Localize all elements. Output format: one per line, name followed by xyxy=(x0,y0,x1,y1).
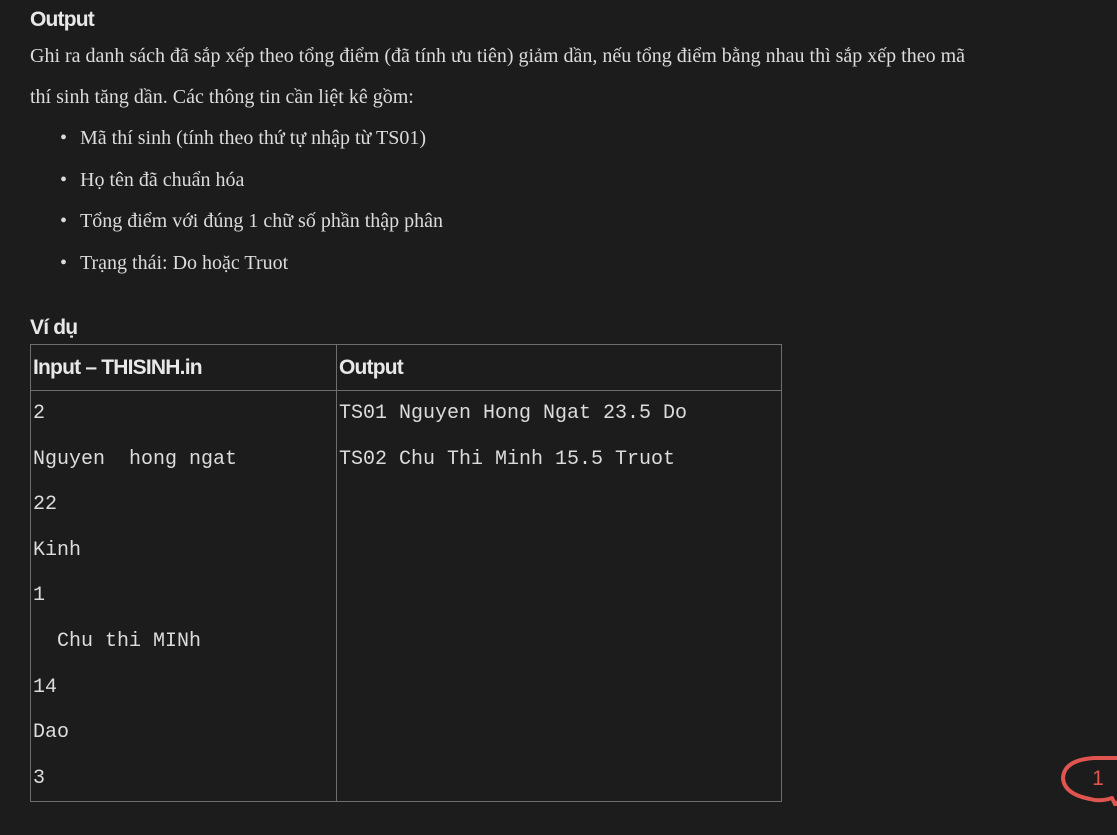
output-line: TS01 Nguyen Hong Ngat 23.5 Do xyxy=(339,402,688,425)
input-line: Kinh xyxy=(33,538,82,562)
input-line: Dao xyxy=(33,721,70,745)
output-heading: Output xyxy=(30,8,95,31)
input-line: 22 xyxy=(33,493,58,517)
input-line: 2 xyxy=(33,402,46,425)
list-item: • Họ tên đã chuẩn hóa xyxy=(58,160,1117,202)
bullet-icon: • xyxy=(60,127,68,149)
problem-statement: Output Ghi ra danh sách đã sắp xếp theo … xyxy=(0,0,1117,835)
list-item-text: Tổng điểm với đúng 1 chữ số phần thập ph… xyxy=(80,210,444,232)
output-column-header: Output xyxy=(336,344,782,391)
speech-bubble-icon: 1 xyxy=(1061,756,1117,808)
output-description: Ghi ra danh sách đã sắp xếp theo tổng đi… xyxy=(30,36,1105,118)
example-heading: Ví dụ xyxy=(30,316,78,339)
output-description-line-1: Ghi ra danh sách đã sắp xếp theo tổng đi… xyxy=(30,45,966,67)
list-item-text: Họ tên đã chuẩn hóa xyxy=(80,168,245,191)
input-line: Chu thi MINh xyxy=(33,629,202,653)
bullet-icon: • xyxy=(60,251,68,274)
output-field-list: • Mã thí sinh (tính theo thứ tự nhập từ T… xyxy=(30,118,1117,284)
list-item-text: Mã thí sinh (tính theo thứ tự nhập từ TS… xyxy=(80,127,427,149)
input-line: 14 xyxy=(33,675,58,699)
notification-badge[interactable]: 1 xyxy=(1060,754,1117,808)
input-column-header: Input – THISINH.in xyxy=(30,344,337,391)
table-row: 2 Nguyen hong ngat 22 Kinh 1 Chu thi MIN… xyxy=(30,389,782,803)
output-cell[interactable]: TS01 Nguyen Hong Ngat 23.5 Do TS02 Chu T… xyxy=(336,389,782,803)
input-cell[interactable]: 2 Nguyen hong ngat 22 Kinh 1 Chu thi MIN… xyxy=(30,389,337,803)
bullet-icon: • xyxy=(60,210,68,232)
output-line: TS02 Chu Thi Minh 15.5 Truot xyxy=(339,447,676,471)
list-item: • Tổng điểm với đúng 1 chữ số phần thập p… xyxy=(58,201,1117,243)
bullet-icon: • xyxy=(60,168,68,191)
input-line: 3 xyxy=(33,766,46,790)
input-line: Nguyen hong ngat xyxy=(33,447,238,471)
notification-count: 1 xyxy=(1092,767,1104,790)
example-table: Input – THISINH.in Output 2 Nguyen hong … xyxy=(30,344,782,803)
list-item: • Mã thí sinh (tính theo thứ tự nhập từ T… xyxy=(58,118,1117,160)
input-line: 1 xyxy=(33,584,46,608)
output-description-line-2: thí sinh tăng dần. Các thông tin cần liệ… xyxy=(30,86,414,108)
list-item: • Trạng thái: Do hoặc Truot xyxy=(58,243,1117,285)
table-header-row: Input – THISINH.in Output xyxy=(30,344,782,391)
list-item-text: Trạng thái: Do hoặc Truot xyxy=(80,251,289,274)
